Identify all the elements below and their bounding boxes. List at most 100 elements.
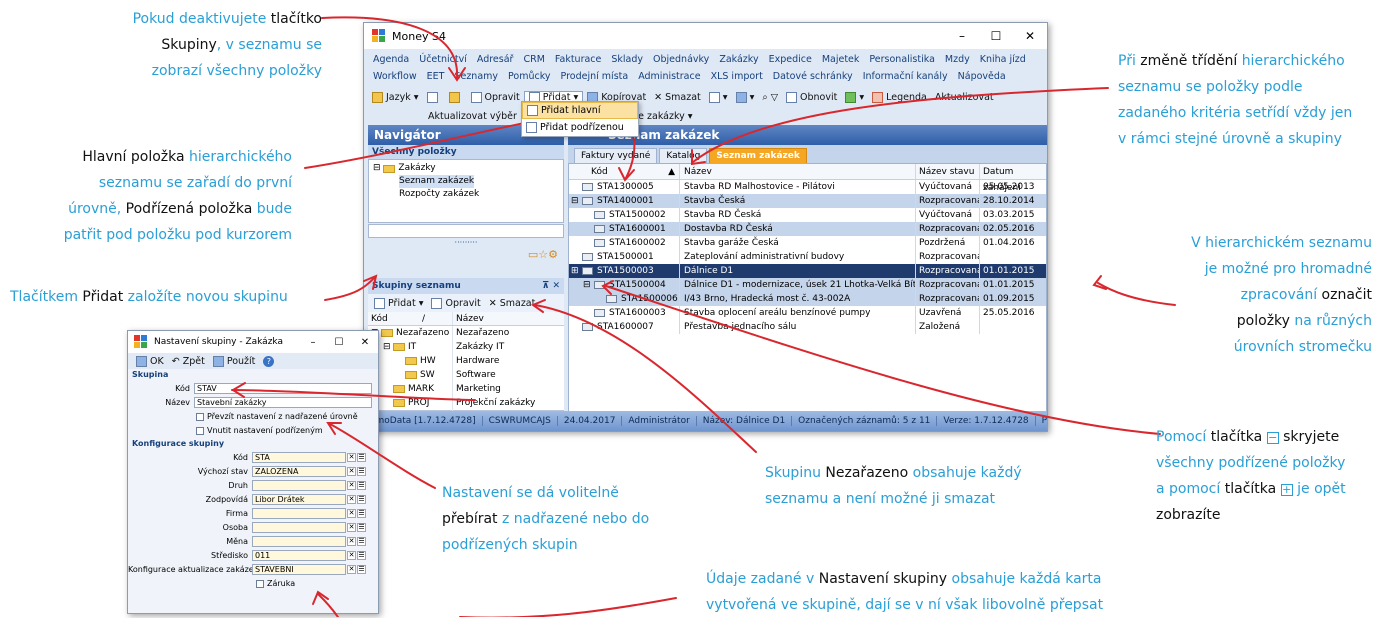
table-row[interactable]: STA1500002 Stavba RD Česká Vyúčtovaná 03.03… xyxy=(569,208,1046,222)
clear-icon[interactable]: ✕ xyxy=(347,481,356,490)
clear-icon[interactable]: ✕ xyxy=(347,509,356,518)
col-kod[interactable]: Kód ▲ xyxy=(569,164,679,179)
help-button[interactable]: ? xyxy=(259,355,278,367)
browse-icon[interactable]: ☰ xyxy=(357,565,366,574)
dialog-maximize-button[interactable]: ☐ xyxy=(326,337,352,348)
minimize-button[interactable]: – xyxy=(945,29,979,43)
table-row[interactable]: STA1600003 Stavba oplocení areálu benzíno… xyxy=(569,306,1046,320)
menu-item[interactable]: Účetnictví xyxy=(414,51,472,68)
export-button[interactable]: ▾ xyxy=(732,91,759,103)
ok-button[interactable]: OK xyxy=(132,355,168,367)
legenda-button[interactable]: Legenda xyxy=(868,91,931,103)
group-row[interactable]: MARK Marketing xyxy=(368,382,564,396)
config-input[interactable] xyxy=(252,522,346,533)
table-row[interactable]: ⊟ STA1400001 Stavba Česká Rozpracovaná 28.10… xyxy=(569,194,1046,208)
group-row[interactable]: PROJ Projekční zakázky xyxy=(368,396,564,410)
menu-item[interactable]: Adresář xyxy=(472,51,519,68)
menu-item-pridat-podrizenou[interactable]: Přidat podřízenou xyxy=(522,119,638,136)
excel-button[interactable]: ▾ xyxy=(841,91,868,103)
maximize-button[interactable]: ☐ xyxy=(979,29,1013,43)
group-row[interactable]: ⊟ IT Zakázky IT xyxy=(368,340,564,354)
config-input[interactable]: 011 xyxy=(252,550,346,561)
group-pridat-button[interactable]: Přidat ▾ xyxy=(370,297,427,309)
checkbox-prevzit-row[interactable]: Převzít nastavení z nadřazené úrovně xyxy=(128,410,378,423)
table-row[interactable]: ⊞ STA1500003 Dálnice D1 Rozpracovaná 01.01.2… xyxy=(569,264,1046,278)
tree-toggle-icon[interactable]: ⊟ xyxy=(383,340,393,354)
panel-pin-icon[interactable]: ⊼ ✕ xyxy=(542,278,564,294)
table-row[interactable]: STA1600007 Přestavba jednacího sálu Založe… xyxy=(569,320,1046,334)
group-row[interactable]: ⊟NezařazenoNezařazeno xyxy=(368,326,564,340)
pouzit-button[interactable]: Použít xyxy=(209,355,260,367)
tree-item-rozpocty-zakazek[interactable]: Rozpočty zakázek xyxy=(373,188,559,201)
table-row[interactable]: STA1600001 Dostavba RD Česká Rozpracovaná 0… xyxy=(569,222,1046,236)
config-input[interactable]: STA xyxy=(252,452,346,463)
splitter-grip[interactable]: ········· xyxy=(368,238,564,248)
clear-icon[interactable]: ✕ xyxy=(347,467,356,476)
col-nazev[interactable]: Název xyxy=(452,312,564,325)
smazat-button[interactable]: ✕ Smazat xyxy=(650,92,705,103)
table-row[interactable]: STA1600002 Stavba garáže Česká Pozdržená 01… xyxy=(569,236,1046,250)
close-button[interactable]: ✕ xyxy=(1013,29,1047,43)
col-nazev[interactable]: Název xyxy=(679,164,915,179)
aktualizovat-vybrane-button[interactable]: Aktualizovat výběr xyxy=(424,111,521,122)
menu-item[interactable]: Administrace xyxy=(633,68,705,85)
zpet-button[interactable]: ↶ Zpět xyxy=(168,356,209,367)
menu-item[interactable]: Nápověda xyxy=(953,68,1011,85)
aktualizovat-button[interactable]: Aktualizovat xyxy=(931,92,998,103)
config-input[interactable]: ZALOZENA xyxy=(252,466,346,477)
clear-icon[interactable]: ✕ xyxy=(347,495,356,504)
col-kod[interactable]: Kód / xyxy=(368,312,452,325)
menu-item[interactable]: Mzdy xyxy=(940,51,975,68)
menu-item[interactable]: Agenda xyxy=(368,51,414,68)
browse-icon[interactable]: ☰ xyxy=(357,551,366,560)
jazyk-button[interactable]: Jazyk ▾ xyxy=(368,91,423,103)
menu-item[interactable]: Seznamy xyxy=(449,68,503,85)
config-input[interactable] xyxy=(252,480,346,491)
navigator-search-input[interactable] xyxy=(368,224,564,238)
dialog-close-button[interactable]: ✕ xyxy=(352,337,378,348)
view-toggle-button[interactable] xyxy=(423,91,445,103)
table-row[interactable]: STA1500006 I/43 Brno, Hradecká most č. 43… xyxy=(569,292,1046,306)
menu-item[interactable]: Prodejní místa xyxy=(556,68,634,85)
browse-icon[interactable]: ☰ xyxy=(357,481,366,490)
tab-katalog[interactable]: Katalog xyxy=(659,148,708,163)
menu-item[interactable]: Kniha jízd xyxy=(975,51,1031,68)
filter-button[interactable]: ⌕ ▽ xyxy=(758,92,782,103)
table-row[interactable]: ⊟ STA1500004 Dálnice D1 - modernizace, úse… xyxy=(569,278,1046,292)
browse-icon[interactable]: ☰ xyxy=(357,453,366,462)
config-input[interactable] xyxy=(252,508,346,519)
checkbox[interactable] xyxy=(196,412,204,421)
tree-item-seznam-zakazek[interactable]: Seznam zakázek xyxy=(373,175,559,188)
menu-item[interactable]: XLS import xyxy=(706,68,768,85)
group-opravit-button[interactable]: Opravit xyxy=(427,297,484,309)
config-input[interactable]: STAVEBNI xyxy=(252,564,346,575)
group-row[interactable]: HW Hardware xyxy=(368,354,564,368)
config-input[interactable] xyxy=(252,536,346,547)
tree-toggle-icon[interactable]: ⊟ xyxy=(571,194,582,208)
checkbox-zaruka-row[interactable]: Záruka xyxy=(128,577,378,590)
browse-icon[interactable]: ☰ xyxy=(357,495,366,504)
tree-item-zakazky[interactable]: ⊟ Zakázky xyxy=(373,162,559,175)
group-smazat-button[interactable]: ✕ Smazat xyxy=(485,298,540,309)
checkbox-vnutit-row[interactable]: Vnutit nastavení podřízeným xyxy=(128,424,378,437)
clear-icon[interactable]: ✕ xyxy=(347,551,356,560)
browse-icon[interactable]: ☰ xyxy=(357,523,366,532)
menu-item[interactable]: Pomůcky xyxy=(503,68,556,85)
tree-toggle-icon[interactable]: ⊞ xyxy=(571,264,582,278)
menu-item[interactable]: Objednávky xyxy=(648,51,714,68)
menu-item-pridat-hlavni[interactable]: Přidat hlavní xyxy=(522,102,638,119)
menu-item[interactable]: Workflow xyxy=(368,68,422,85)
clear-icon[interactable]: ✕ xyxy=(347,523,356,532)
menu-item[interactable]: Informační kanály xyxy=(858,68,953,85)
skupiny-toggle-button[interactable] xyxy=(445,91,467,103)
menu-item[interactable]: CRM xyxy=(518,51,549,68)
obnovit-button[interactable]: Obnovit xyxy=(782,91,841,103)
clear-icon[interactable]: ✕ xyxy=(347,453,356,462)
group-row[interactable]: SW Software xyxy=(368,368,564,382)
clear-icon[interactable]: ✕ xyxy=(347,565,356,574)
dialog-minimize-button[interactable]: – xyxy=(300,337,326,348)
col-datum-zahajeni[interactable]: Datum zahájení xyxy=(979,164,1046,193)
checkbox[interactable] xyxy=(256,579,264,588)
table-row[interactable]: STA1500001 Zateplování administrativní bu… xyxy=(569,250,1046,264)
menu-item[interactable]: Majetek xyxy=(817,51,865,68)
